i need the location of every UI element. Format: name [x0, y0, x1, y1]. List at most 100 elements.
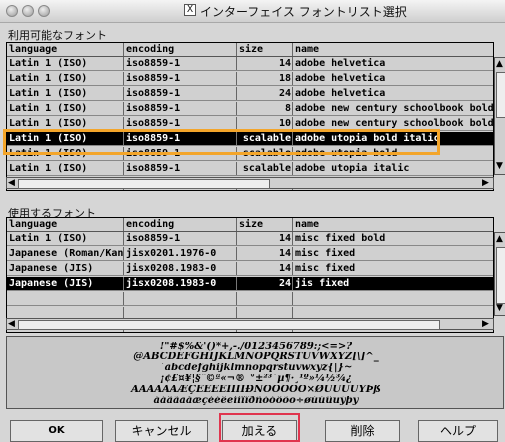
- table-row-selected[interactable]: Latin 1 (ISO) iso8859-1 scalable adobe utop…: [7, 132, 493, 146]
- hscroll-thumb[interactable]: [18, 320, 440, 330]
- table-row[interactable]: Latin 1 (ISO) iso8859-1 14 misc fixed bold: [7, 232, 493, 246]
- header-encoding[interactable]: encoding: [124, 218, 237, 231]
- cell-language: Latin 1 (ISO): [7, 232, 124, 245]
- font-preview: !"#$%&'()*+,-./0123456789:;<=>? @ABCDEFG…: [6, 336, 504, 409]
- cell-name: adobe helvetica: [295, 73, 386, 84]
- cell-language: Japanese (Roman/Kana): [9, 247, 124, 260]
- header-size[interactable]: size: [237, 218, 293, 231]
- cell-encoding: iso8859-1: [124, 117, 237, 130]
- cell-language: Latin 1 (ISO): [7, 72, 124, 85]
- used-vertical-scrollbar[interactable]: ▲ ▼: [494, 232, 505, 316]
- header-size[interactable]: size: [237, 43, 293, 56]
- preview-line: ÀÁÂÃÄÅÆÇÈÉÊËÌÍÎÏÐÑÒÓÔÕÖ×ØÙÚÛÜÝÞß: [131, 385, 381, 395]
- scroll-up-icon[interactable]: ▲: [496, 60, 503, 69]
- preview-line: `abcdefghijklmnopqrstuvwxyz{|}~: [159, 363, 353, 373]
- scroll-right-icon[interactable]: ▶: [482, 179, 489, 188]
- cell-language: Latin 1 (ISO): [7, 87, 124, 100]
- help-button[interactable]: ヘルプ: [418, 420, 498, 442]
- cell-encoding: jisx0208.1983-0: [124, 262, 237, 275]
- close-icon[interactable]: [6, 5, 18, 17]
- scroll-down-icon[interactable]: ▼: [496, 304, 503, 313]
- hscroll-thumb[interactable]: [18, 179, 270, 189]
- table-row[interactable]: Latin 1 (ISO)iso8859-1scalableadobe utop…: [7, 162, 493, 176]
- cell-name: adobe helvetica: [295, 58, 386, 69]
- cell-language: Latin 1 (ISO): [7, 162, 124, 175]
- scroll-left-icon[interactable]: ◀: [8, 179, 15, 188]
- available-horizontal-scrollbar[interactable]: ◀ ▶: [6, 177, 494, 189]
- cell-size: scalable: [237, 132, 293, 145]
- cell-encoding: jisx0201.1976-0: [124, 247, 237, 260]
- cell-name: adobe new century schoolbook bold i: [295, 103, 493, 114]
- cell-size: 18: [237, 72, 293, 85]
- used-horizontal-scrollbar[interactable]: ◀ ▶: [6, 318, 494, 330]
- cell-size: 14: [237, 57, 293, 70]
- table-row[interactable]: Latin 1 (ISO) iso8859-1 18 adobe helvetica: [7, 72, 493, 86]
- header-name[interactable]: name: [293, 43, 493, 56]
- cell-encoding: iso8859-1: [124, 132, 237, 145]
- header-language[interactable]: language: [7, 43, 124, 56]
- cell-encoding: iso8859-1: [124, 72, 237, 85]
- table-row[interactable]: Japanese (JIS) jisx0208.1983-0 14 misc fixe…: [7, 262, 493, 276]
- cell-language: Latin 1 (ISO): [7, 102, 124, 115]
- preview-line: àáâãäåæçèéêëìíîïðñòóôõö÷øùúûüýþÿ: [153, 396, 359, 406]
- cell-language: Latin 1 (ISO): [7, 132, 124, 145]
- table-row[interactable]: Latin 1 (ISO) iso8859-1 10 adobe new centur…: [7, 117, 493, 131]
- cell-name: adobe new century schoolbook bold i: [295, 118, 493, 129]
- scroll-left-icon[interactable]: ◀: [8, 320, 15, 329]
- header-language[interactable]: language: [7, 218, 124, 231]
- cell-size: 10: [237, 117, 293, 130]
- table-row[interactable]: Latin 1 (ISO)iso8859-1scalableadobe utop…: [7, 147, 493, 161]
- cell-encoding: [124, 292, 237, 305]
- table-row[interactable]: [7, 292, 493, 306]
- cell-name: adobe helvetica: [295, 88, 386, 99]
- cell-encoding: iso8859-1: [124, 147, 237, 160]
- available-fonts-table[interactable]: language encoding size name Latin 1 (ISO…: [6, 42, 494, 191]
- minimize-icon[interactable]: [22, 5, 34, 17]
- available-vertical-scrollbar[interactable]: ▲ ▼: [494, 57, 505, 175]
- cell-encoding: iso8859-1: [124, 232, 237, 245]
- add-button[interactable]: 加える: [222, 420, 297, 442]
- button-bar: OK キャンセル 加える 削除 ヘルプ: [0, 413, 505, 442]
- cell-size: scalable: [237, 162, 293, 175]
- cell-language: [7, 292, 124, 305]
- header-name[interactable]: name: [293, 218, 493, 231]
- header-encoding[interactable]: encoding: [124, 43, 237, 56]
- ok-button[interactable]: OK: [10, 420, 103, 442]
- x11-icon: X: [184, 4, 196, 16]
- cell-name: misc fixed: [295, 248, 356, 259]
- cell-name: adobe utopia italic: [295, 163, 410, 174]
- table-row[interactable]: Japanese (Roman/Kana) jisx0201.1976-0 14 mi…: [7, 247, 493, 261]
- scroll-thumb[interactable]: [496, 247, 505, 304]
- cell-size: 14: [237, 247, 293, 260]
- cell-name: adobe utopia bold: [295, 148, 398, 159]
- scroll-right-icon[interactable]: ▶: [482, 320, 489, 329]
- cell-size: 14: [237, 232, 293, 245]
- cell-name: jis fixed: [295, 278, 350, 289]
- preview-line: @ABCDEFGHIJKLMNOPQRSTUVWXYZ[\]^_: [133, 352, 379, 362]
- cell-size: 24: [237, 277, 293, 290]
- used-table-header: language encoding size name: [7, 218, 493, 232]
- cell-size: [237, 292, 293, 305]
- preview-line: ¡¢£¤¥¦§¨©ª«¬­®¯°±²³´µ¶·¸¹º»¼½¾¿: [159, 374, 353, 384]
- cell-language: Japanese (JIS): [7, 262, 124, 275]
- cancel-button[interactable]: キャンセル: [115, 420, 208, 442]
- cell-name: adobe utopia bold italic: [295, 133, 440, 144]
- table-row-selected[interactable]: Japanese (JIS) jisx0208.1983-0 24 jis fixed: [7, 277, 493, 291]
- cell-language: Latin 1 (ISO): [7, 117, 124, 130]
- table-row[interactable]: Latin 1 (ISO) iso8859-1 24 adobe helvetica: [7, 87, 493, 101]
- table-row[interactable]: Latin 1 (ISO) iso8859-1 14 adobe helvetica: [7, 57, 493, 71]
- cell-language: Latin 1 (ISO): [7, 57, 124, 70]
- scroll-thumb[interactable]: [496, 72, 505, 118]
- cell-encoding: iso8859-1: [124, 162, 237, 175]
- cell-size: 14: [237, 262, 293, 275]
- cell-encoding: iso8859-1: [124, 87, 237, 100]
- cell-encoding: iso8859-1: [124, 57, 237, 70]
- delete-button[interactable]: 削除: [325, 420, 400, 442]
- zoom-icon[interactable]: [38, 5, 50, 17]
- available-fonts-label: 利用可能なフォント: [8, 29, 107, 42]
- cell-size: 8: [237, 102, 293, 115]
- used-fonts-table[interactable]: language encoding size name Latin 1 (ISO…: [6, 217, 494, 333]
- table-row[interactable]: Latin 1 (ISO) iso8859-1 8 adobe new century…: [7, 102, 493, 116]
- scroll-up-icon[interactable]: ▲: [496, 235, 503, 244]
- scroll-down-icon[interactable]: ▼: [496, 162, 503, 171]
